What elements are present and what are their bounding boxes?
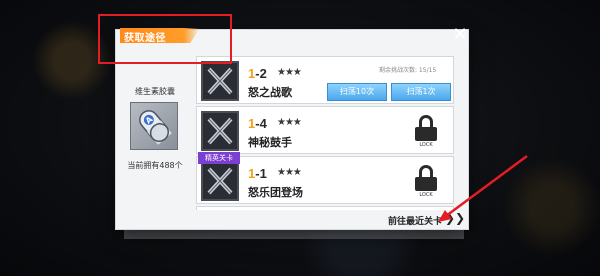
stage-row-1-4[interactable]: 1-4 ★★★ 神秘鼓手 LOCK	[196, 106, 454, 154]
crossed-swords-icon	[201, 161, 239, 201]
stage-code: 1-1	[248, 166, 267, 181]
elite-stage-badge: 精英关卡	[198, 152, 240, 164]
annotation-highlight-box	[98, 14, 232, 64]
lock-icon: LOCK	[413, 165, 439, 199]
stage-name: 神秘鼓手	[248, 136, 292, 149]
capsule-icon: A	[130, 102, 178, 150]
stage-code: 1-4	[248, 116, 267, 131]
stage-row-partial[interactable]	[196, 206, 454, 210]
goto-nearest-stage-link[interactable]: 前往最近关卡	[388, 214, 442, 227]
crossed-swords-icon	[201, 61, 239, 101]
lock-icon: LOCK	[413, 115, 439, 149]
stage-name: 怒乐团登场	[248, 186, 303, 199]
dialog-shadow-strip	[124, 229, 464, 239]
item-name: 维生素胶囊	[135, 87, 175, 96]
challenge-limit: 剩余挑战次数: 15/15	[379, 67, 437, 74]
close-icon[interactable]: ✕	[451, 26, 469, 44]
stage-row-1-2[interactable]: 1-2 ★★★ 怒之战歌 剩余挑战次数: 15/15 扫荡10次 扫荡1次	[196, 56, 454, 104]
stage-name: 怒之战歌	[248, 86, 292, 99]
stage-stars: ★★★	[277, 67, 302, 78]
stage-list[interactable]: 1-2 ★★★ 怒之战歌 剩余挑战次数: 15/15 扫荡10次 扫荡1次 1-…	[196, 50, 456, 210]
item-owned-count: 当前拥有488个	[127, 161, 183, 170]
sweep-1-button[interactable]: 扫荡1次	[391, 83, 451, 101]
crossed-swords-icon	[201, 111, 239, 151]
item-panel: 维生素胶囊 A 当前拥有488个	[124, 76, 186, 208]
sweep-10-button[interactable]: 扫荡10次	[327, 83, 387, 101]
stage-code: 1-2	[248, 66, 267, 81]
double-chevron-right-icon[interactable]: ❯❯	[445, 211, 465, 225]
stage-stars: ★★★	[277, 117, 302, 128]
stage-stars: ★★★	[277, 167, 302, 178]
